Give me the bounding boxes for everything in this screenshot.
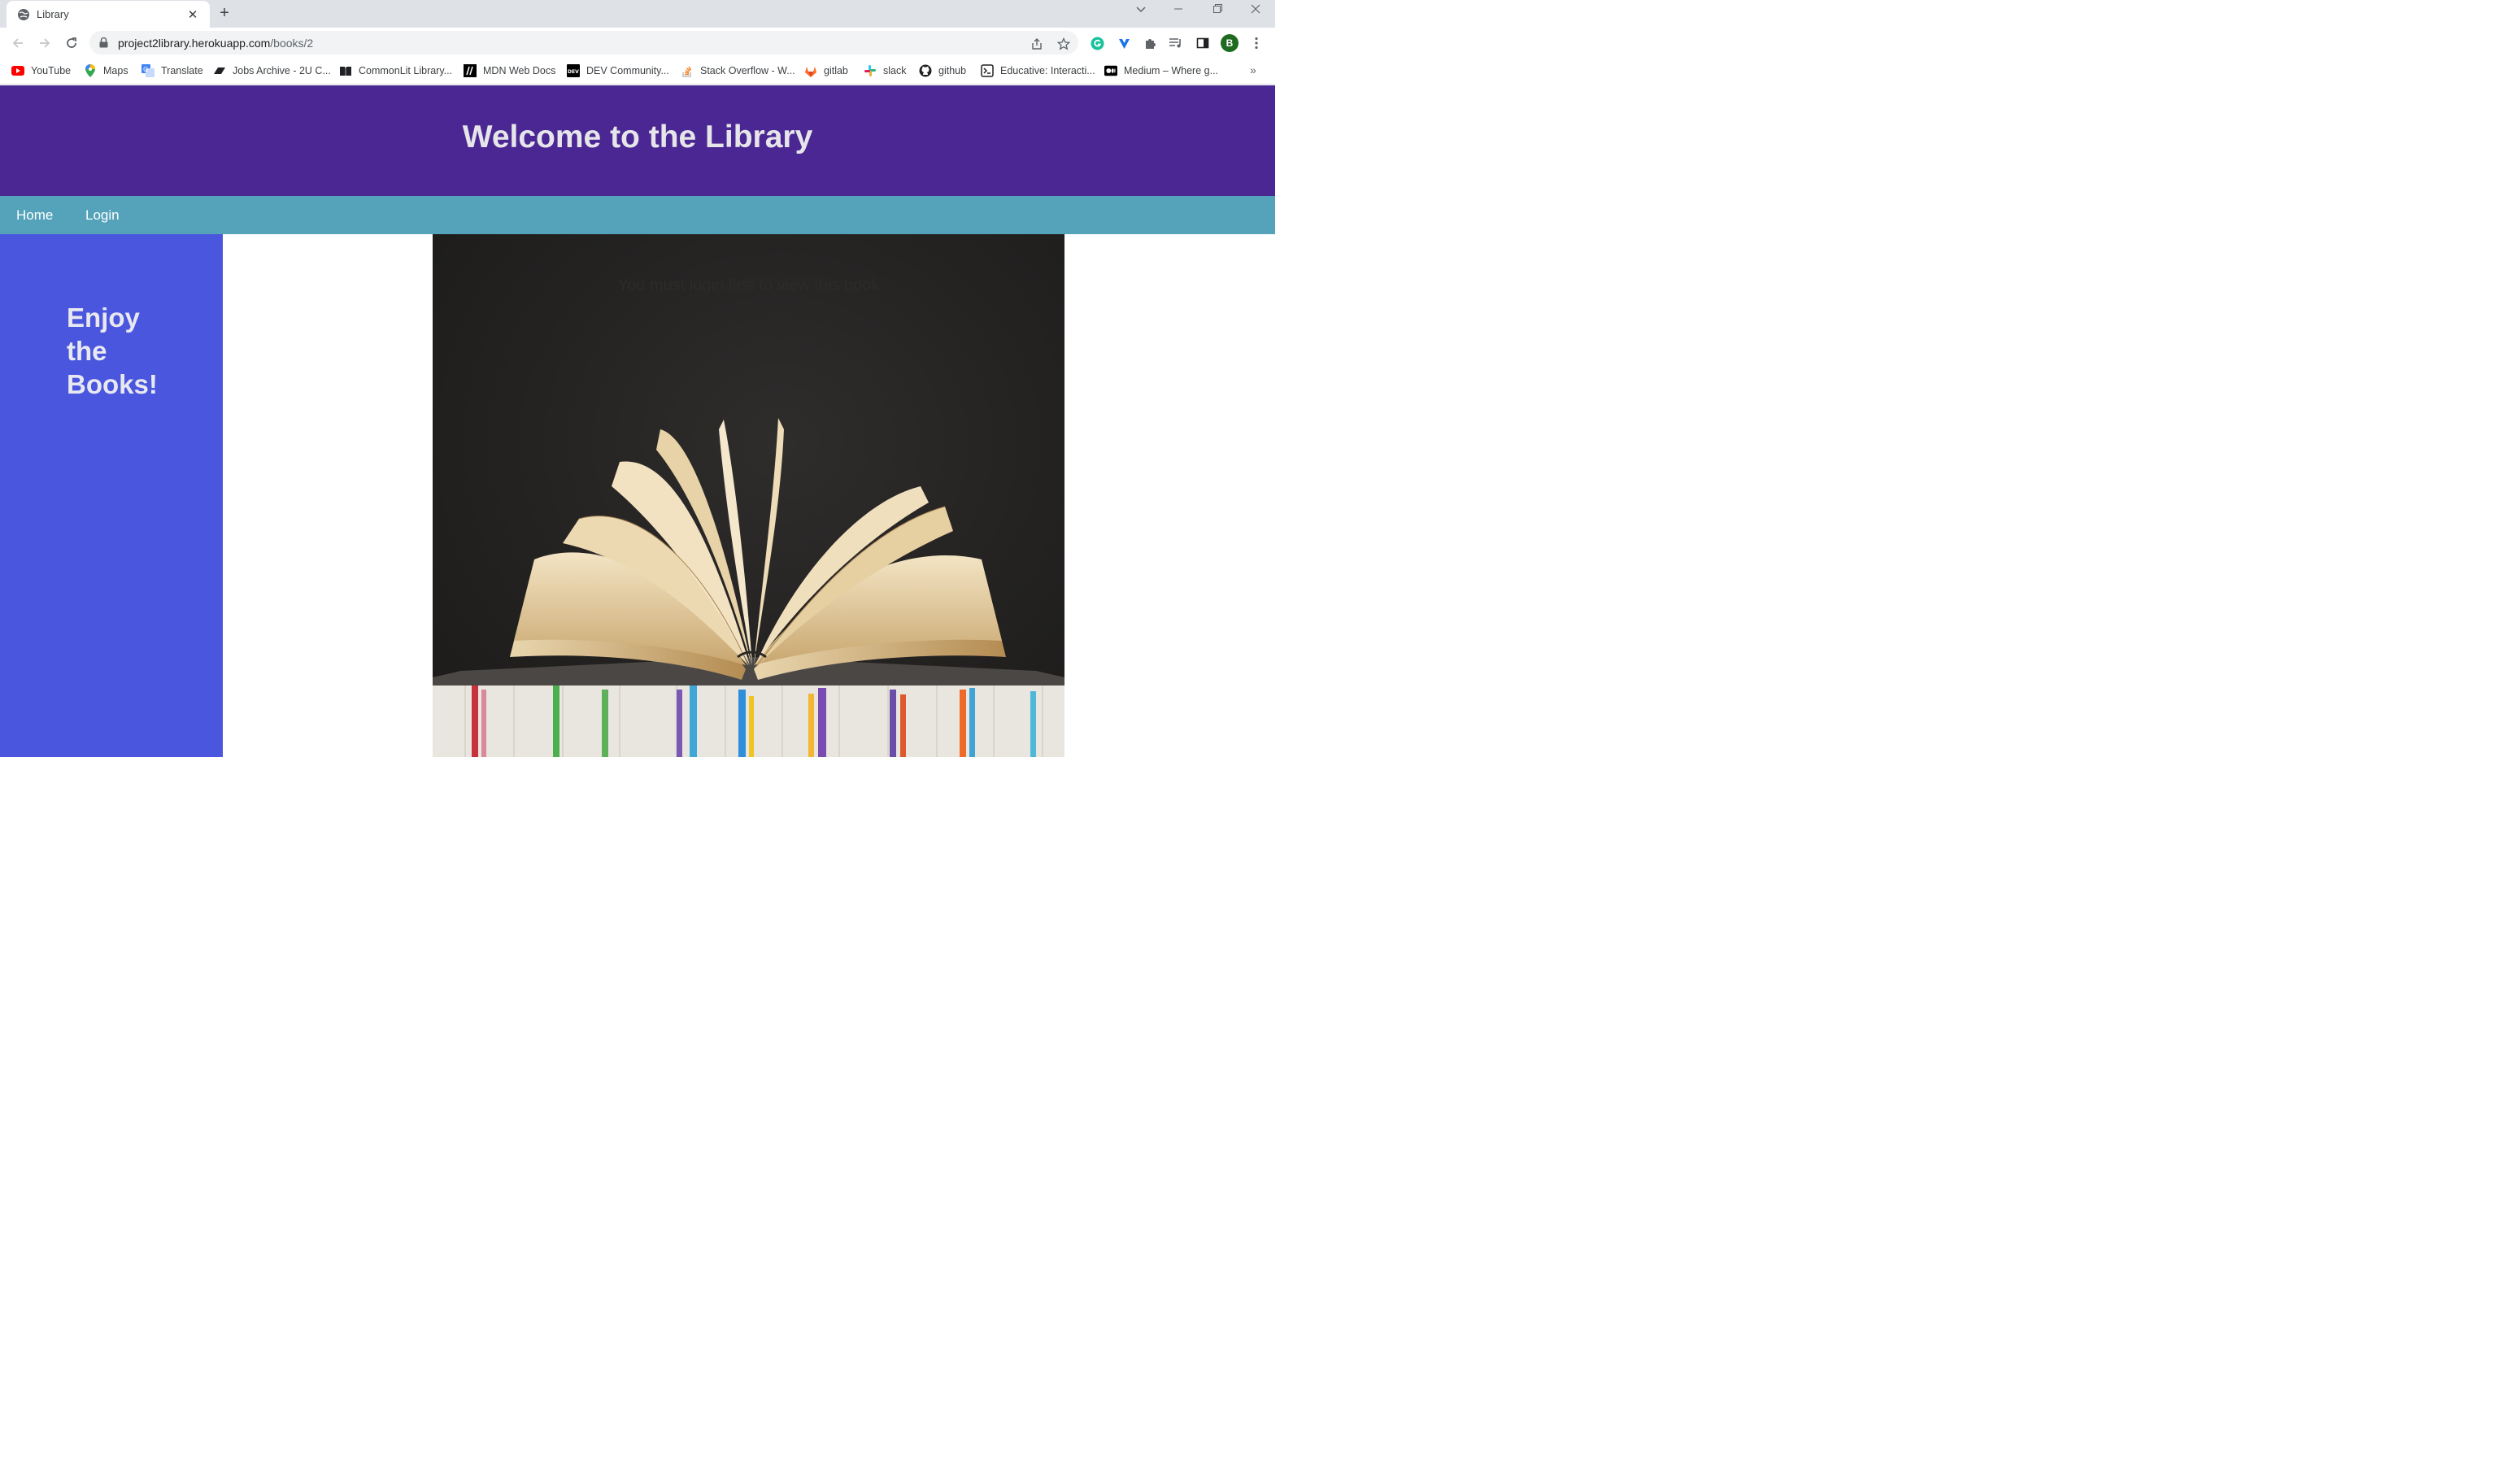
login-required-message: You must login first to view this book xyxy=(617,276,880,294)
new-tab-icon[interactable]: + xyxy=(215,5,234,23)
youtube-icon xyxy=(11,64,24,77)
url-host: project2library.herokuapp.com xyxy=(118,37,271,50)
lock-icon[interactable] xyxy=(99,37,108,48)
sidebar: Enjoy the Books! xyxy=(0,234,223,757)
bookmark-github[interactable]: github xyxy=(919,63,966,79)
site-header: Welcome to the Library xyxy=(0,85,1275,196)
sidebar-tagline: Enjoy the Books! xyxy=(67,301,189,401)
dev-icon: DEV xyxy=(567,64,580,77)
bookmark-maps[interactable]: Maps xyxy=(84,63,128,79)
bookmark-educative[interactable]: Educative: Interacti... xyxy=(981,63,1095,79)
svg-text:DEV: DEV xyxy=(568,69,579,75)
bookmarks-bar: YouTube Maps G Translate Jobs Archive - … xyxy=(0,58,1275,85)
bookmark-label: MDN Web Docs xyxy=(483,65,556,76)
book-icon xyxy=(339,64,352,77)
bookmark-gitlab[interactable]: gitlab xyxy=(804,63,848,79)
svg-text:G: G xyxy=(143,66,148,73)
browser-tabstrip: Library ✕ + xyxy=(0,0,1275,28)
bookmark-label: Stack Overflow - W... xyxy=(700,65,795,76)
medium-icon xyxy=(1104,64,1117,77)
bookmark-stackoverflow[interactable]: Stack Overflow - W... xyxy=(681,63,795,79)
extension-v-icon[interactable] xyxy=(1117,36,1131,50)
bookmark-slack[interactable]: slack xyxy=(864,63,906,79)
stackoverflow-icon xyxy=(681,64,694,77)
more-bookmarks-icon[interactable]: » xyxy=(1250,63,1256,76)
bookmark-translate[interactable]: G Translate xyxy=(141,63,203,79)
close-window-icon[interactable] xyxy=(1245,3,1266,21)
bookmark-dev[interactable]: DEV DEV Community... xyxy=(567,63,669,79)
bookmark-label: Translate xyxy=(161,65,203,76)
back-icon[interactable] xyxy=(9,34,27,52)
bookmark-label: slack xyxy=(883,65,907,76)
hero-image: You must login first to view this book xyxy=(433,234,1064,757)
bookmark-label: github xyxy=(938,65,967,76)
github-icon xyxy=(919,64,932,77)
tab-title: Library xyxy=(37,8,69,20)
translate-icon: G xyxy=(141,64,155,77)
minimize-icon[interactable] xyxy=(1168,3,1189,21)
profile-avatar[interactable]: B xyxy=(1221,34,1239,52)
url-path: /books/2 xyxy=(270,37,314,50)
nav-login-link[interactable]: Login xyxy=(85,207,120,224)
bookmark-mdn[interactable]: MDN Web Docs xyxy=(464,63,555,79)
bookmark-medium[interactable]: Medium – Where g... xyxy=(1104,63,1218,79)
bookmark-jobs-archive[interactable]: Jobs Archive - 2U C... xyxy=(213,63,331,79)
bookmark-star-icon[interactable] xyxy=(1056,37,1071,51)
bookmark-youtube[interactable]: YouTube xyxy=(11,63,71,79)
share-icon[interactable] xyxy=(1030,37,1044,51)
bookmark-commonlit[interactable]: CommonLit Library... xyxy=(339,63,452,79)
bookmark-label: CommonLit Library... xyxy=(359,65,453,76)
extensions-puzzle-icon[interactable] xyxy=(1143,36,1157,50)
bookmark-label: Maps xyxy=(103,65,128,76)
open-book-illustration xyxy=(433,418,1064,757)
reload-icon[interactable] xyxy=(63,34,81,52)
educative-icon xyxy=(981,64,994,77)
restore-icon[interactable] xyxy=(1207,3,1228,21)
address-bar[interactable]: project2library.herokuapp.com/books/2 xyxy=(89,31,1078,54)
bookmark-label: Educative: Interacti... xyxy=(1000,65,1095,76)
bookmark-label: Medium – Where g... xyxy=(1124,65,1219,76)
bookmark-label: Jobs Archive - 2U C... xyxy=(233,65,331,76)
bookmark-label: DEV Community... xyxy=(586,65,669,76)
jobs-icon xyxy=(213,64,226,77)
url-text: project2library.herokuapp.com/books/2 xyxy=(118,37,313,50)
page-title: Welcome to the Library xyxy=(462,120,813,154)
sidebar-tagline-line: Enjoy xyxy=(67,302,140,333)
media-queue-icon[interactable] xyxy=(1169,36,1183,50)
gitlab-icon xyxy=(804,64,817,77)
tab-search-icon[interactable] xyxy=(1130,3,1152,21)
forward-icon[interactable] xyxy=(36,34,54,52)
bookmark-label: YouTube xyxy=(31,65,72,76)
maps-icon xyxy=(84,64,97,77)
slack-icon xyxy=(864,64,877,77)
grammarly-icon[interactable] xyxy=(1090,36,1104,50)
main-content: You must login first to view this book xyxy=(223,234,1275,757)
side-panel-icon[interactable] xyxy=(1195,36,1210,50)
mdn-icon xyxy=(464,64,477,77)
close-tab-icon[interactable]: ✕ xyxy=(185,7,201,23)
browser-toolbar: project2library.herokuapp.com/books/2 B xyxy=(0,28,1275,58)
sidebar-tagline-line: the xyxy=(67,336,107,366)
site-nav: Home Login xyxy=(0,196,1275,234)
globe-icon xyxy=(18,9,29,20)
nav-home-link[interactable]: Home xyxy=(16,207,53,224)
sidebar-tagline-line: Books! xyxy=(67,369,158,399)
menu-kebab-icon[interactable] xyxy=(1249,36,1264,50)
bookmark-label: gitlab xyxy=(824,65,848,76)
browser-tab[interactable]: Library ✕ xyxy=(7,1,210,28)
